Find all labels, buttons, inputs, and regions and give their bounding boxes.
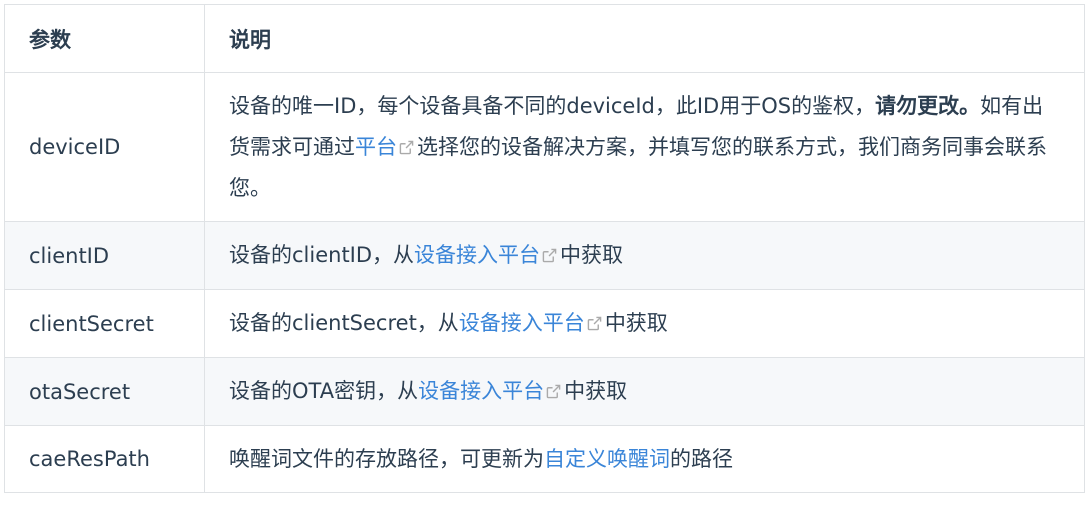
- param-cell: deviceID: [4, 72, 205, 222]
- table-row: clientID 设备的clientID，从设备接入平台 中获取: [4, 221, 1085, 290]
- desc-text: 中获取: [560, 243, 624, 267]
- table-row: caeResPath 唤醒词文件的存放路径，可更新为自定义唤醒词的路径: [4, 425, 1085, 493]
- device-platform-link[interactable]: 设备接入平台: [418, 379, 544, 403]
- desc-cell: 设备的唯一ID，每个设备具备不同的deviceId，此ID用于OS的鉴权，请勿更…: [204, 72, 1085, 222]
- header-param: 参数: [4, 4, 205, 73]
- param-cell: otaSecret: [4, 357, 205, 426]
- params-table: 参数 说明 deviceID 设备的唯一ID，每个设备具备不同的deviceId…: [4, 4, 1085, 493]
- desc-text: 设备的clientSecret，从: [229, 311, 459, 335]
- desc-text: 设备的clientID，从: [229, 243, 415, 267]
- device-platform-link[interactable]: 设备接入平台: [414, 243, 540, 267]
- desc-text: 设备的OTA密钥，从: [229, 379, 419, 403]
- table-row: deviceID 设备的唯一ID，每个设备具备不同的deviceId，此ID用于…: [4, 72, 1085, 222]
- desc-text: 唤醒词文件的存放路径，可更新为: [229, 446, 544, 471]
- device-platform-link[interactable]: 设备接入平台: [459, 311, 585, 335]
- param-cell: clientSecret: [4, 289, 205, 358]
- external-link-icon: [399, 140, 414, 154]
- desc-cell: 设备的OTA密钥，从设备接入平台 中获取: [204, 357, 1085, 426]
- param-cell: caeResPath: [4, 425, 205, 493]
- platform-link[interactable]: 平台: [355, 135, 397, 159]
- desc-text: 中获取: [604, 311, 668, 335]
- header-desc: 说明: [204, 4, 1085, 73]
- table-row: otaSecret 设备的OTA密钥，从设备接入平台 中获取: [4, 357, 1085, 426]
- desc-text: 设备的唯一ID，每个设备具备不同的deviceId，此ID用于OS的鉴权，: [229, 93, 876, 118]
- table-row: clientSecret 设备的clientSecret，从设备接入平台 中获取: [4, 289, 1085, 358]
- desc-cell: 唤醒词文件的存放路径，可更新为自定义唤醒词的路径: [204, 425, 1085, 493]
- desc-text: 的路径: [670, 446, 733, 471]
- param-cell: clientID: [4, 221, 205, 290]
- external-link-icon: [542, 248, 557, 263]
- external-link-icon: [546, 384, 561, 399]
- desc-text: 中获取: [564, 379, 628, 403]
- table-header-row: 参数 说明: [4, 4, 1085, 73]
- desc-cell: 设备的clientID，从设备接入平台 中获取: [204, 221, 1085, 290]
- custom-wakeword-link[interactable]: 自定义唤醒词: [544, 447, 670, 471]
- external-link-icon: [587, 316, 602, 331]
- desc-warning: 请勿更改。: [875, 93, 981, 118]
- desc-cell: 设备的clientSecret，从设备接入平台 中获取: [204, 289, 1085, 358]
